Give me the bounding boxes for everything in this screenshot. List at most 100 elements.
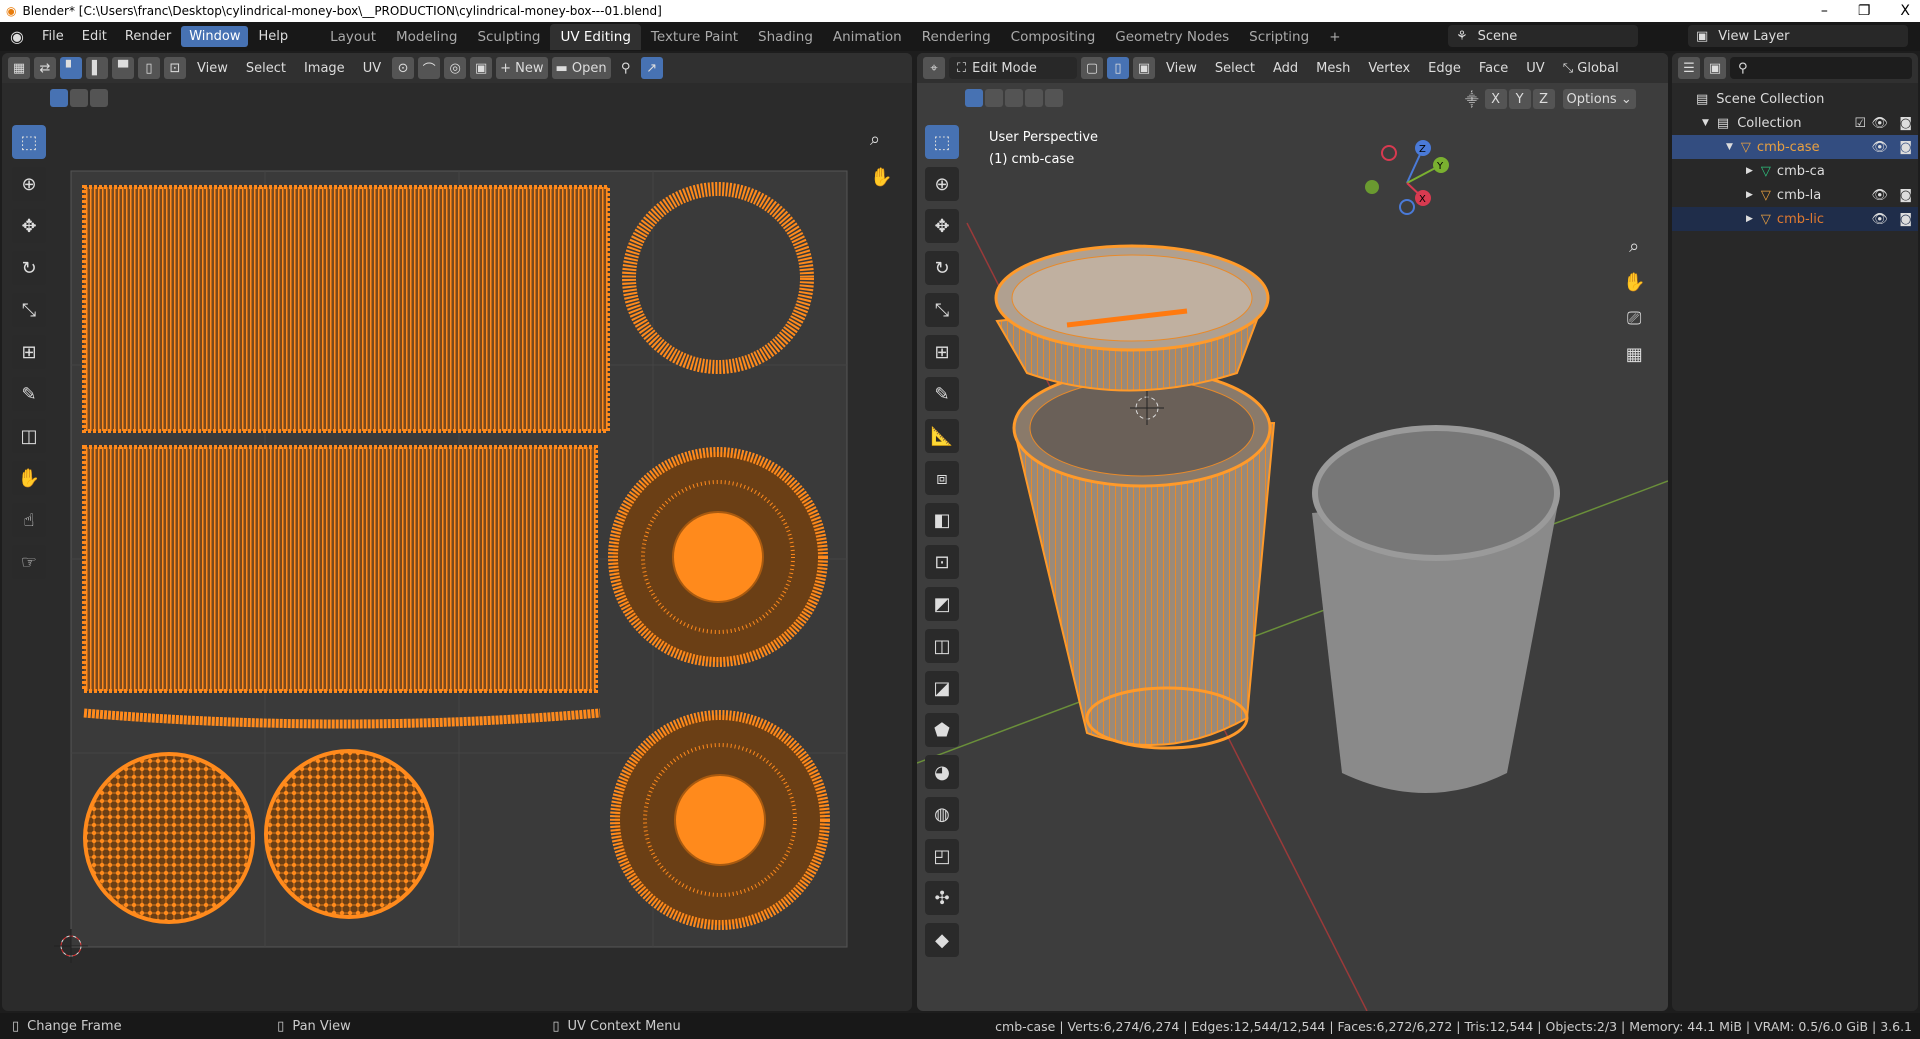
close-button[interactable]: X [1900,0,1910,22]
expand-icon[interactable]: ▶ [1746,214,1753,224]
measure-tool-icon[interactable]: 📐 [925,419,959,453]
knife-tool-icon[interactable]: ◪ [925,671,959,705]
expand-icon[interactable]: ▶ [1746,166,1753,176]
mesh-data-icon: ▽ [1760,163,1771,179]
bevel-tool-icon[interactable]: ◩ [925,587,959,621]
pan-icon[interactable]: ✋ [1623,265,1645,301]
eye-icon[interactable]: 👁 [1871,212,1888,227]
blender-logo-icon: ◉ [6,4,17,18]
tab-sculpting[interactable]: Sculpting [467,24,550,50]
tab-compositing[interactable]: Compositing [1001,24,1106,50]
top-bar: ◉ File Edit Render Window Help Layout Mo… [0,22,1920,51]
status-bar: ▯ Change Frame ▯ Pan View ▯ UV Context Menu… [0,1013,1920,1039]
zoom-icon[interactable]: ⌕ [1623,229,1645,265]
blender-menu-icon[interactable]: ◉ [0,27,34,46]
menu-edit[interactable]: Edit [74,26,115,47]
item-label: cmb-lic [1776,211,1825,227]
expand-icon[interactable]: ▼ [1726,142,1733,152]
shear-tool-icon[interactable]: ◆ [925,923,959,957]
outliner-item-cmb-lid[interactable]: ▶ ▽ cmb-lic 👁 ◙ [1672,207,1918,231]
camera-icon[interactable]: ◙ [1899,140,1912,155]
expand-icon[interactable]: ▼ [1702,118,1709,128]
svg-text:Y: Y [1436,161,1444,172]
camera-icon[interactable]: ◙ [1899,212,1912,227]
tab-rendering[interactable]: Rendering [912,24,1001,50]
minimize-button[interactable]: – [1821,0,1828,22]
scale-tool-icon[interactable]: ⤡ [925,293,959,327]
outliner-item-cmb-case[interactable]: ▼ ▽ cmb-case 👁 ◙ [1672,135,1918,159]
filter-icon[interactable]: ▣ [1704,57,1726,79]
maximize-button[interactable]: ❐ [1858,0,1871,22]
rotate-tool-icon[interactable]: ↻ [925,251,959,285]
tab-uv-editing[interactable]: UV Editing [550,23,641,50]
outliner-search-input[interactable]: ⚲ [1730,57,1912,79]
tab-modeling[interactable]: Modeling [386,24,467,50]
menu-render[interactable]: Render [117,26,179,47]
mouse-right-icon: ▯ [552,1018,560,1034]
inset-tool-icon[interactable]: ⊡ [925,545,959,579]
menu-window[interactable]: Window [181,26,249,47]
camera-icon[interactable]: ◙ [1899,188,1912,203]
extrude-tool-icon[interactable]: ◧ [925,503,959,537]
transform-tool-icon[interactable]: ⊞ [925,335,959,369]
viewport-scene[interactable]: Z Y X [917,53,1668,1011]
uv-island-body-inner [82,445,598,693]
uv-island-disc-1 [83,752,255,924]
hint-uv-context-menu: UV Context Menu [567,1018,681,1034]
tab-layout[interactable]: Layout [320,24,386,50]
outliner-item-cmb-la[interactable]: ▶ ▽ cmb-la 👁 ◙ [1672,183,1918,207]
smooth-tool-icon[interactable]: ◍ [925,797,959,831]
annotate-tool-icon[interactable]: ✎ [925,377,959,411]
menu-file[interactable]: File [34,26,72,47]
spin-tool-icon[interactable]: ◕ [925,755,959,789]
menu-help[interactable]: Help [250,26,296,47]
tab-animation[interactable]: Animation [823,24,912,50]
uv-island-body-outer [82,185,610,433]
move-tool-icon[interactable]: ✥ [925,209,959,243]
scene-collection-row[interactable]: ▤ Scene Collection [1672,87,1918,111]
window-title: Blender* [C:\Users\franc\Desktop\cylindr… [22,4,662,18]
mouse-left-icon: ▯ [12,1018,20,1034]
navigation-gizmo: Z Y X [1365,140,1449,215]
shrink-fatten-tool-icon[interactable]: ✣ [925,881,959,915]
view-layer-name: View Layer [1718,28,1790,44]
collection-row[interactable]: ▼ ▤ Collection ☑ 👁 ◙ [1672,111,1918,135]
select-box-tool-icon[interactable]: ⬚ [925,125,959,159]
tab-shading[interactable]: Shading [748,24,823,50]
collection-icon: ▤ [1696,91,1709,107]
edge-slide-tool-icon[interactable]: ◰ [925,839,959,873]
perspective-toggle-icon[interactable]: ▦ [1623,337,1645,373]
collection-icon: ▤ [1716,115,1730,131]
tab-texture-paint[interactable]: Texture Paint [641,24,748,50]
camera-icon[interactable]: ◙ [1899,116,1912,131]
hint-pan-view: Pan View [292,1018,351,1034]
poly-build-tool-icon[interactable]: ⬟ [925,713,959,747]
mesh-icon: ▽ [1760,211,1771,227]
scene-name: Scene [1477,28,1518,44]
viewport-nav-buttons: ⌕ ✋ ⎚ ▦ [1623,229,1645,373]
tab-scripting[interactable]: Scripting [1239,24,1319,50]
hint-change-frame: Change Frame [27,1018,122,1034]
display-mode-icon[interactable]: ☰ [1678,57,1700,79]
cmb-case-object [1012,368,1276,750]
loop-cut-tool-icon[interactable]: ◫ [925,629,959,663]
uv-canvas[interactable] [2,53,912,1011]
expand-icon[interactable]: ▶ [1746,190,1753,200]
viewport-toolbar: ⬚ ⊕ ✥ ↻ ⤡ ⊞ ✎ 📐 ⧈ ◧ ⊡ ◩ ◫ ◪ ⬟ ◕ ◍ ◰ ✣ ◆ [925,125,959,965]
camera-view-icon[interactable]: ⎚ [1623,301,1645,337]
eye-icon[interactable]: 👁 [1871,116,1888,131]
checkbox-icon[interactable]: ☑ [1854,116,1866,131]
x-axis-line [917,480,1668,764]
scene-selector[interactable]: ⚘ Scene [1448,25,1638,47]
view-layer-selector[interactable]: ▣ View Layer [1688,25,1908,47]
cursor-tool-icon[interactable]: ⊕ [925,167,959,201]
svg-text:Z: Z [1419,144,1426,155]
scene-collection-label: Scene Collection [1716,91,1825,107]
outliner-item-cmb-ca[interactable]: ▶ ▽ cmb-ca [1672,159,1918,183]
tab-geometry-nodes[interactable]: Geometry Nodes [1105,24,1239,50]
view-layer-icon: ▣ [1696,28,1709,44]
eye-icon[interactable]: 👁 [1871,140,1888,155]
eye-icon[interactable]: 👁 [1871,188,1888,203]
add-workspace-button[interactable]: + [1319,24,1350,50]
add-cube-tool-icon[interactable]: ⧈ [925,461,959,495]
